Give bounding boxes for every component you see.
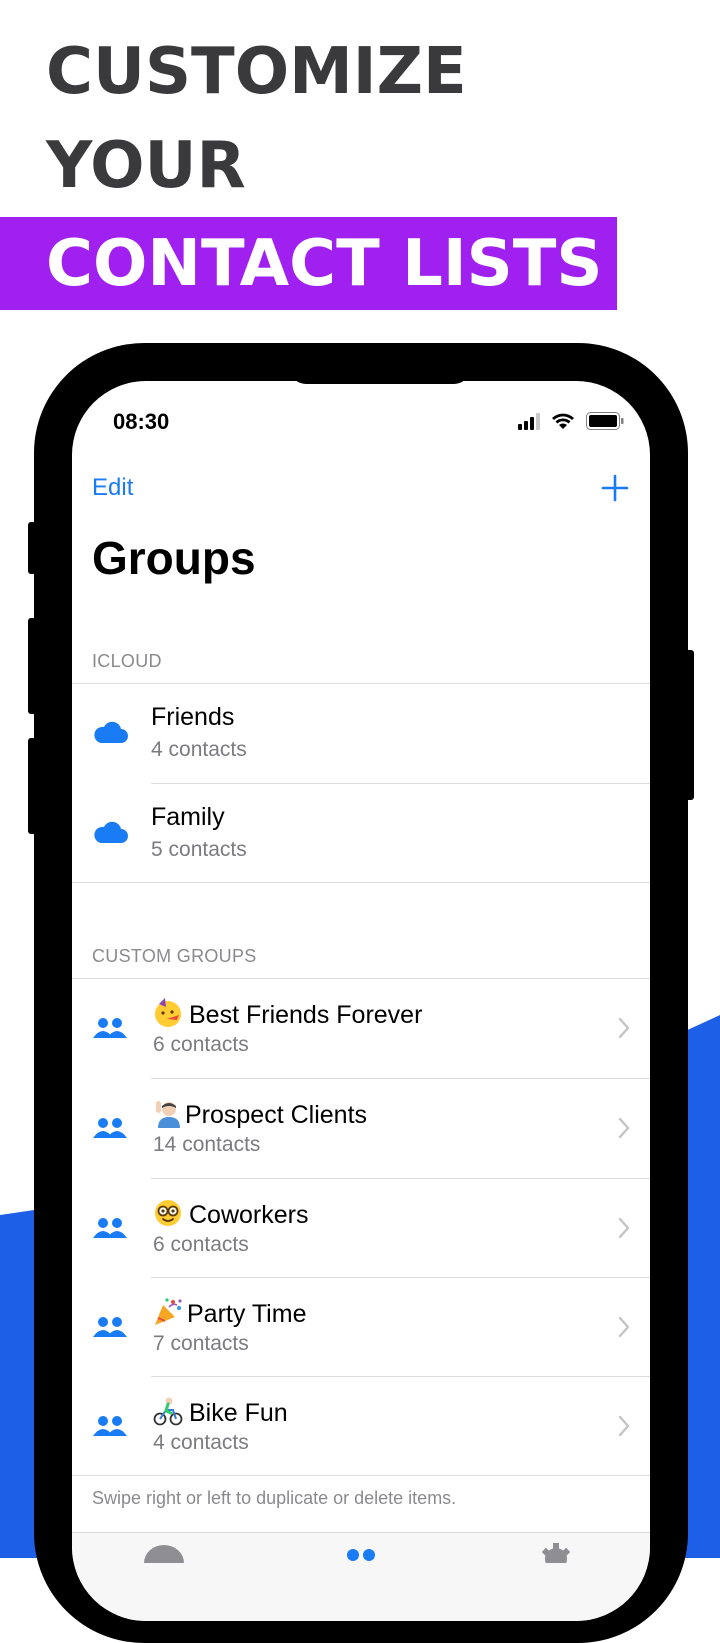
group-row-family[interactable]: Family 5 contacts (72, 784, 650, 883)
group-title: Family (151, 803, 225, 831)
group-row-bike-fun[interactable]: Bike Fun 4 contacts (72, 1377, 650, 1476)
group-title-text: Party Time (187, 1300, 307, 1328)
group-count: 7 contacts (153, 1332, 249, 1355)
phone-screen: 08:30 Edit Groups ICLOUD Friends 4 conta… (72, 381, 650, 1621)
divider (72, 882, 650, 883)
group-count: 4 contacts (151, 738, 247, 761)
nerd-face-icon (155, 1200, 181, 1226)
group-row-party-time[interactable]: Party Time 7 contacts (72, 1278, 650, 1377)
party-popper-icon (155, 1298, 182, 1325)
cloud-icon (94, 721, 128, 743)
edit-button[interactable]: Edit (92, 474, 133, 502)
group-title-text: Prospect Clients (185, 1101, 368, 1129)
promo-headline: CUSTOMIZE YOUR CONTACT LISTS (0, 0, 720, 320)
chevron-right-icon (618, 1217, 630, 1239)
chevron-right-icon (618, 1415, 630, 1437)
status-time: 08:30 (113, 409, 170, 434)
section-header-icloud: ICLOUD (92, 651, 162, 671)
tab-settings-gear-icon[interactable] (538, 1541, 574, 1563)
status-icons (518, 412, 624, 430)
cloud-icon (94, 821, 128, 843)
tab-bar (72, 1532, 650, 1621)
headline-line-3: CONTACT LISTS (46, 227, 603, 301)
group-row-prospect-clients[interactable]: Prospect Clients 14 contacts (72, 1079, 650, 1178)
swipe-hint-text: Swipe right or left to duplicate or dele… (92, 1488, 457, 1508)
group-title: Bike Fun (153, 1396, 288, 1428)
people-icon (93, 1416, 127, 1436)
battery-icon (586, 412, 624, 430)
group-title-text: Coworkers (189, 1201, 309, 1229)
person-biking-icon (153, 1397, 183, 1426)
group-row-coworkers[interactable]: Coworkers 6 contacts (72, 1179, 650, 1278)
people-icon (93, 1218, 127, 1238)
wifi-icon (552, 413, 574, 429)
group-row-best-friends-forever[interactable]: Best Friends Forever 6 contacts (72, 979, 650, 1078)
group-count: 14 contacts (153, 1133, 261, 1156)
tab-contacts-icon[interactable] (142, 1543, 186, 1563)
group-title: Coworkers (153, 1198, 308, 1230)
group-title-text: Best Friends Forever (189, 1001, 423, 1029)
people-icon (93, 1018, 127, 1038)
phone-notch (290, 368, 470, 384)
group-title: Party Time (153, 1297, 306, 1329)
people-icon (93, 1317, 127, 1337)
group-count: 4 contacts (153, 1431, 249, 1454)
cellular-signal-icon (518, 413, 540, 430)
chevron-right-icon (618, 1316, 630, 1338)
divider (72, 1475, 650, 1476)
headline-line-2: YOUR (46, 129, 246, 203)
chevron-right-icon (618, 1017, 630, 1039)
section-header-custom-groups: CUSTOM GROUPS (92, 946, 257, 966)
group-title: Best Friends Forever (153, 998, 422, 1030)
group-title-text: Bike Fun (189, 1399, 288, 1427)
people-icon (93, 1118, 127, 1138)
group-count: 5 contacts (151, 838, 247, 861)
party-face-icon (155, 998, 181, 1027)
group-title: Prospect Clients (153, 1098, 367, 1130)
headline-line-1: CUSTOMIZE (46, 35, 467, 109)
page-title: Groups (92, 532, 256, 584)
group-title: Friends (151, 703, 235, 731)
group-row-friends[interactable]: Friends 4 contacts (72, 684, 650, 783)
tab-groups-icon[interactable] (342, 1545, 380, 1563)
group-count: 6 contacts (153, 1233, 249, 1256)
group-count: 6 contacts (153, 1033, 249, 1056)
person-raising-hand-icon (156, 1101, 180, 1128)
plus-icon[interactable] (600, 473, 630, 503)
chevron-right-icon (618, 1117, 630, 1139)
